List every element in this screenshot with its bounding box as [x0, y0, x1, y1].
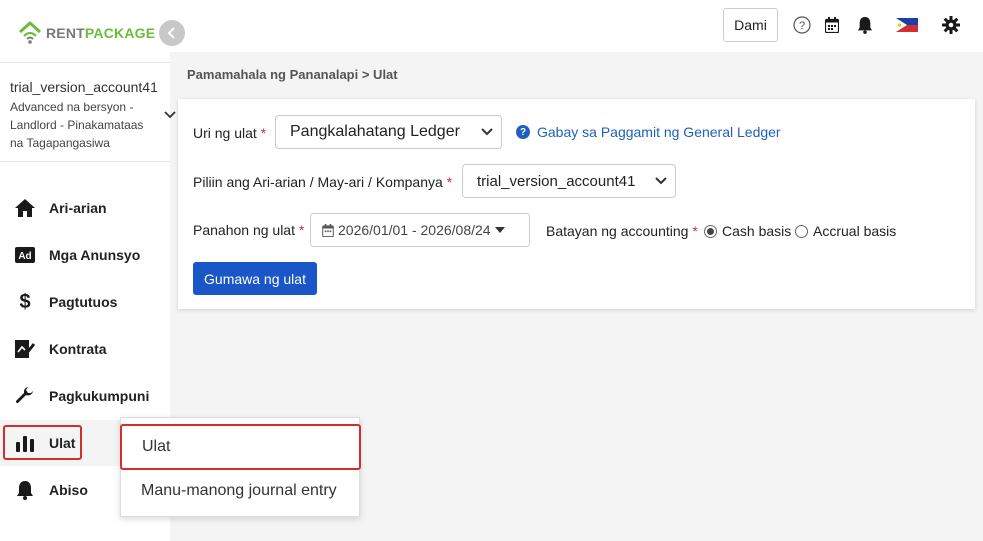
- guide-link-text: Gabay sa Paggamit ng General Ledger: [537, 124, 781, 140]
- generate-report-button[interactable]: Gumawa ng ulat: [193, 262, 317, 295]
- chevron-down-icon: [481, 128, 493, 136]
- sidebar-collapse-button[interactable]: [159, 20, 185, 46]
- sidebar-item-accounting[interactable]: $ Pagtutuos: [0, 279, 170, 325]
- report-type-label: Uri ng ulat *: [193, 125, 266, 141]
- required-mark: *: [692, 223, 698, 239]
- dollar-icon: $: [19, 290, 31, 313]
- account-role: Advanced na bersyon - Landlord - Pinakam…: [10, 100, 144, 150]
- basis-label-text: Batayan ng accounting: [546, 223, 689, 239]
- top-bar: Dami ?: [170, 0, 983, 52]
- chevron-down-icon[interactable]: [164, 106, 176, 122]
- radio-dot-checked: [704, 224, 717, 238]
- svg-text:Ad: Ad: [18, 251, 31, 262]
- calendar-icon[interactable]: [822, 15, 842, 35]
- chevron-down-icon: [655, 177, 667, 185]
- accrual-basis-label: Accrual basis: [813, 223, 897, 239]
- caret-down-icon: [494, 227, 505, 233]
- wrench-icon: [14, 385, 36, 407]
- submenu-item-manual-journal-entry[interactable]: Manu-manong journal entry: [121, 468, 359, 514]
- basis-label: Batayan ng accounting *: [546, 223, 698, 239]
- home-icon: [14, 197, 36, 219]
- brand-name: RENTPACKAGE: [46, 25, 155, 41]
- submenu-item-reports[interactable]: Ulat: [120, 424, 361, 470]
- question-circle-icon: ?: [516, 125, 530, 139]
- required-mark: *: [446, 174, 453, 190]
- brand-rent: RENT: [46, 25, 85, 41]
- entity-label-text: Piliin ang Ari-arian / May-ari / Kompany…: [193, 174, 443, 190]
- entity-value: trial_version_account41: [477, 172, 636, 190]
- contract-icon: [14, 338, 36, 360]
- chevron-left-icon: [167, 27, 175, 39]
- entity-select[interactable]: trial_version_account41: [462, 164, 676, 198]
- account-switcher[interactable]: trial_version_account41 Advanced na bers…: [0, 62, 170, 162]
- date-range-value: 2026/01/01 - 2026/08/24: [338, 222, 491, 238]
- bell-icon: [14, 479, 36, 501]
- brand-package: PACKAGE: [84, 25, 156, 41]
- required-mark: *: [298, 222, 305, 238]
- breadcrumb: Pamamahala ng Pananalapi > Ulat: [187, 67, 398, 82]
- bell-icon[interactable]: [855, 15, 875, 35]
- date-range-picker[interactable]: 2026/01/01 - 2026/08/24: [310, 213, 530, 247]
- account-name: trial_version_account41: [10, 79, 158, 95]
- sidebar-item-label: Kontrata: [49, 341, 107, 357]
- report-type-label-text: Uri ng ulat: [193, 125, 257, 141]
- ad-icon: Ad: [14, 244, 36, 266]
- cash-basis-label: Cash basis: [722, 223, 792, 239]
- active-item-highlight: [3, 425, 82, 460]
- philippines-flag-icon[interactable]: [896, 15, 918, 35]
- sidebar-item-label: Abiso: [49, 482, 88, 498]
- gear-icon[interactable]: [941, 15, 961, 35]
- sidebar-item-label: Pagtutuos: [49, 294, 118, 310]
- help-icon[interactable]: ?: [792, 15, 812, 35]
- sidebar-item-label: Mga Anunsyo: [49, 247, 141, 263]
- required-mark: *: [260, 125, 267, 141]
- period-label-text: Panahon ng ulat: [193, 222, 295, 238]
- sidebar-item-label: Ari-arian: [49, 200, 107, 216]
- entity-label: Piliin ang Ari-arian / May-ari / Kompany…: [193, 174, 452, 190]
- reports-submenu: Ulat Manu-manong journal entry: [120, 417, 361, 517]
- cash-basis-radio[interactable]: Cash basis: [704, 223, 791, 239]
- accrual-basis-radio[interactable]: Accrual basis: [795, 223, 896, 239]
- svg-text:?: ?: [799, 20, 805, 32]
- general-ledger-guide-link[interactable]: ? Gabay sa Paggamit ng General Ledger: [516, 124, 781, 140]
- brand-logo[interactable]: RENTPACKAGE: [18, 20, 155, 46]
- house-wifi-icon: [18, 21, 42, 44]
- radio-dot: [795, 224, 808, 238]
- report-type-value: Pangkalahatang Ledger: [290, 123, 460, 140]
- sidebar-item-ads[interactable]: Ad Mga Anunsyo: [0, 232, 170, 278]
- period-label: Panahon ng ulat *: [193, 222, 304, 238]
- report-type-select[interactable]: Pangkalahatang Ledger: [275, 115, 502, 149]
- sidebar-item-label: Pagkukumpuni: [49, 388, 150, 404]
- sidebar-item-properties[interactable]: Ari-arian: [0, 185, 170, 231]
- calendar-icon: [322, 223, 334, 237]
- more-button[interactable]: Dami: [723, 8, 778, 42]
- sidebar-item-contracts[interactable]: Kontrata: [0, 326, 170, 372]
- sidebar-item-repairs[interactable]: Pagkukumpuni: [0, 373, 170, 419]
